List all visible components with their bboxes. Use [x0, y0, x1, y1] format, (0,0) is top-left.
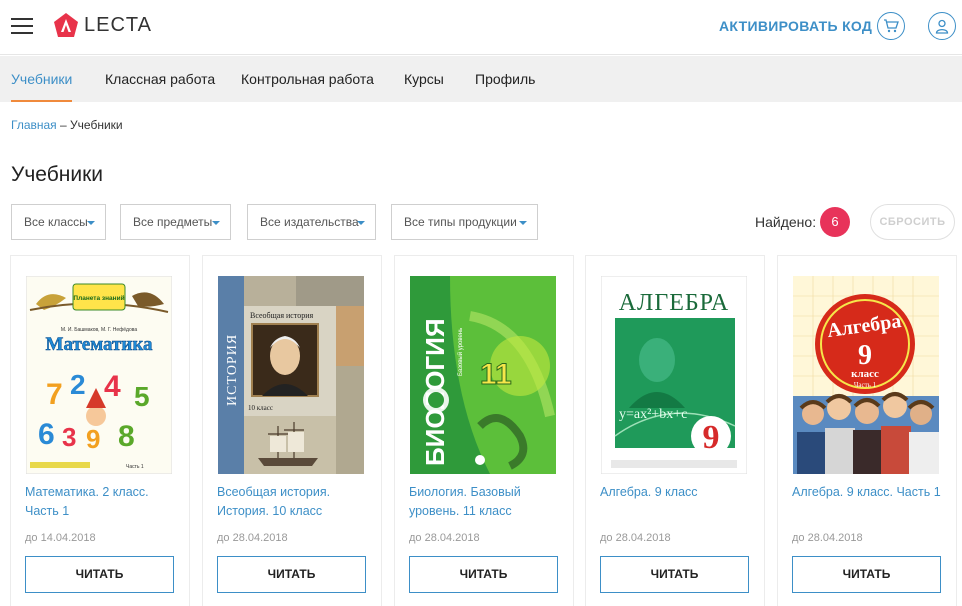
cover-grade-text: 10 класс	[248, 404, 273, 412]
breadcrumb-home-link[interactable]: Главная	[11, 118, 57, 132]
cover-grade-text: 11	[480, 358, 512, 391]
svg-text:9: 9	[86, 424, 100, 454]
book-cover-math[interactable]: Планета знаний М. И. Башмаков, М. Г. Неф…	[26, 276, 172, 474]
breadcrumb-current: Учебники	[70, 118, 123, 132]
tab-classwork[interactable]: Классная работа	[105, 56, 215, 102]
subject-filter-select[interactable]: Все предметы	[120, 204, 231, 240]
book-cover-history[interactable]: ИСТОРИЯ Всеобщая история 10 класс	[218, 276, 364, 474]
svg-text:2: 2	[70, 369, 86, 400]
cart-icon	[884, 19, 899, 33]
breadcrumb-separator: –	[56, 118, 71, 132]
cover-subject-text: АЛГЕБРА	[619, 290, 730, 316]
breadcrumb: Главная – Учебники	[11, 118, 123, 132]
svg-text:7: 7	[46, 378, 63, 411]
book-cover-biology[interactable]: БИОЛОГИЯ Базовый уровень 11	[410, 276, 556, 474]
results-count-badge: 6	[820, 207, 850, 237]
lecta-logo[interactable]: LECTA	[53, 11, 152, 39]
book-card: БИОЛОГИЯ Базовый уровень 11 Биология. Ба…	[394, 255, 574, 606]
book-card: Планета знаний М. И. Башмаков, М. Г. Неф…	[10, 255, 190, 606]
read-button[interactable]: ЧИТАТЬ	[25, 556, 174, 593]
cover-formula-text: y=ax²+bx+c	[619, 407, 687, 422]
svg-text:8: 8	[118, 420, 135, 453]
cover-grade-word-text: класс	[851, 368, 879, 380]
book-cover-algebra-part1[interactable]: Алгебра 9 класс Часть 1	[793, 276, 939, 474]
chevron-down-icon	[519, 221, 527, 225]
reset-filters-button[interactable]: СБРОСИТЬ	[870, 204, 955, 240]
book-card: АЛГЕБРА y=ax²+bx+c 9 Алгебра. 9 класс до…	[585, 255, 765, 606]
grade-filter-select[interactable]: Все классы	[11, 204, 106, 240]
book-cover-biology-image: БИОЛОГИЯ Базовый уровень 11	[410, 276, 556, 474]
cover-top-text: Планета знаний	[73, 294, 124, 302]
activate-code-button[interactable]: АКТИВИРОВАТЬ КОД	[719, 18, 872, 34]
book-title-link[interactable]: Биология. Базовый уровень. 11 класс	[409, 483, 569, 521]
book-access-date: до 28.04.2018	[600, 532, 671, 544]
chevron-down-icon	[87, 221, 95, 225]
cover-subject-text: Математика	[46, 334, 153, 355]
found-label: Найдено:	[755, 214, 817, 230]
book-cover-algebra[interactable]: АЛГЕБРА y=ax²+bx+c 9	[601, 276, 747, 474]
book-title-link[interactable]: Алгебра. 9 класс	[600, 483, 760, 502]
menu-icon[interactable]	[11, 17, 33, 34]
tab-textbooks[interactable]: Учебники	[11, 56, 73, 102]
book-card: Алгебра 9 класс Часть 1 Алгебра. 9 класс…	[777, 255, 957, 606]
profile-button[interactable]	[928, 12, 956, 40]
book-access-date: до 28.04.2018	[217, 532, 288, 544]
cover-grade-text: 9	[858, 340, 872, 371]
read-button[interactable]: ЧИТАТЬ	[792, 556, 941, 593]
top-header: LECTA АКТИВИРОВАТЬ КОД	[0, 0, 962, 55]
cart-button[interactable]	[877, 12, 905, 40]
tab-profile[interactable]: Профиль	[475, 56, 535, 102]
chevron-down-icon	[357, 221, 365, 225]
cover-subject-text: Всеобщая история	[250, 311, 314, 320]
book-cover-algebra-image: АЛГЕБРА y=ax²+bx+c 9	[601, 276, 747, 474]
book-cover-algebra-part1-image: Алгебра 9 класс Часть 1	[793, 276, 939, 474]
tab-courses[interactable]: Курсы	[404, 56, 444, 102]
book-title-link[interactable]: Всеобщая история. История. 10 класс	[217, 483, 377, 521]
book-access-date: до 28.04.2018	[792, 532, 863, 544]
book-cover-history-image: ИСТОРИЯ Всеобщая история 10 класс	[218, 276, 364, 474]
tab-tests[interactable]: Контрольная работа	[241, 56, 374, 102]
cover-grade-text: 9	[703, 419, 720, 456]
publisher-filter-select[interactable]: Все издательства	[247, 204, 376, 240]
cover-part-text: Часть 1	[854, 381, 877, 389]
subject-filter-value: Все предметы	[133, 215, 213, 229]
cover-spine-text: ИСТОРИЯ	[225, 334, 240, 406]
page-title: Учебники	[11, 163, 103, 186]
lecta-logo-icon	[54, 13, 78, 37]
main-nav: Учебники Классная работа Контрольная раб…	[0, 56, 962, 102]
svg-text:5: 5	[134, 381, 150, 412]
book-title-link[interactable]: Математика. 2 класс. Часть 1	[25, 483, 185, 521]
product-type-filter-select[interactable]: Все типы продукции	[391, 204, 538, 240]
book-card: ИСТОРИЯ Всеобщая история 10 класс Всеобщ…	[202, 255, 382, 606]
read-button[interactable]: ЧИТАТЬ	[217, 556, 366, 593]
publisher-filter-value: Все издательства	[260, 215, 359, 229]
cover-bottom-text: Часть 1	[126, 464, 144, 470]
svg-text:6: 6	[38, 418, 55, 451]
product-type-filter-value: Все типы продукции	[404, 215, 517, 229]
book-access-date: до 14.04.2018	[25, 532, 96, 544]
book-cover-math-image: Планета знаний М. И. Башмаков, М. Г. Неф…	[26, 276, 172, 474]
cover-level-text: Базовый уровень	[457, 328, 464, 376]
read-button[interactable]: ЧИТАТЬ	[409, 556, 558, 593]
cover-authors-text: М. И. Башмаков, М. Г. Нефёдова	[61, 327, 137, 333]
book-title-link[interactable]: Алгебра. 9 класс. Часть 1	[792, 483, 952, 502]
svg-text:3: 3	[62, 422, 76, 452]
user-icon	[935, 19, 949, 34]
logo-text: LECTA	[84, 13, 152, 36]
grade-filter-value: Все классы	[24, 215, 88, 229]
read-button[interactable]: ЧИТАТЬ	[600, 556, 749, 593]
chevron-down-icon	[212, 221, 220, 225]
book-access-date: до 28.04.2018	[409, 532, 480, 544]
svg-text:4: 4	[104, 370, 121, 403]
